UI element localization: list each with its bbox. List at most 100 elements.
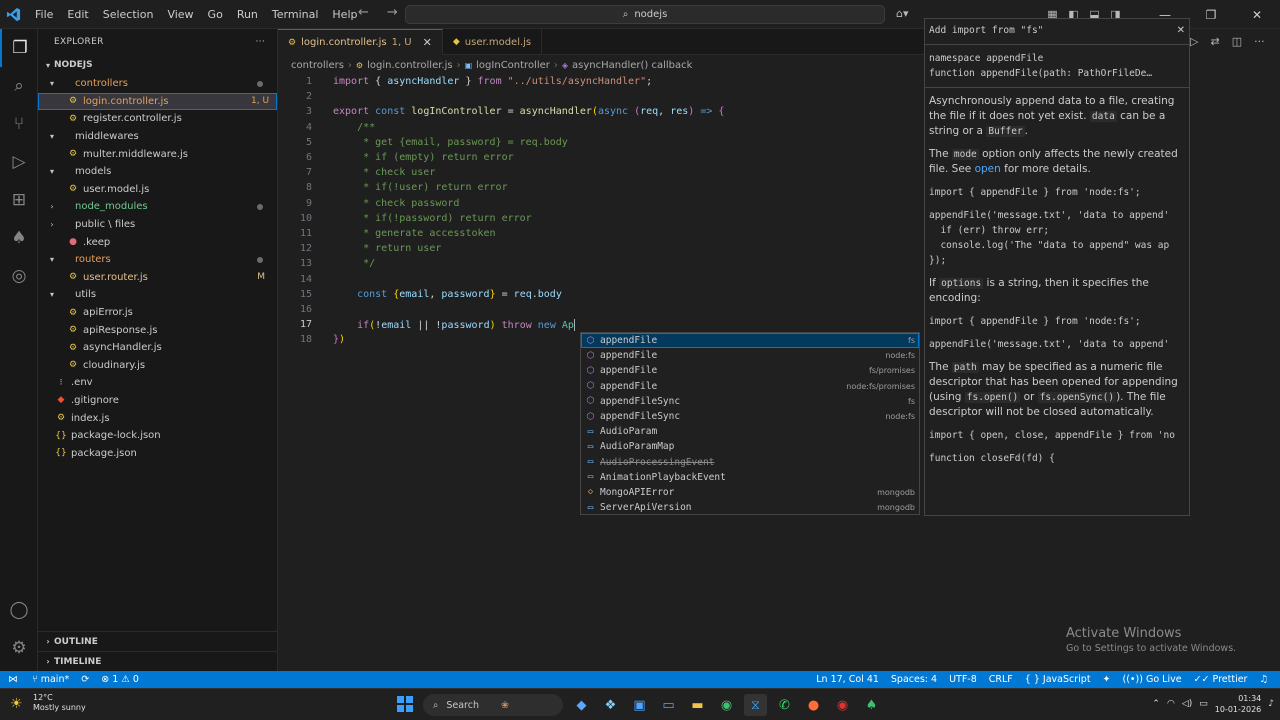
clock[interactable]: 01:34 10-01-2026 (1215, 693, 1262, 715)
tree-file[interactable]: ⚙ apiError.js (38, 304, 277, 322)
suggestion-item[interactable]: ⬡ appendFileSync node:fs (581, 409, 919, 424)
menu-item-selection[interactable]: Selection (96, 0, 161, 29)
copilot-app-icon[interactable]: ❖ (599, 694, 622, 716)
whatsapp-icon[interactable]: ✆ (773, 694, 796, 716)
close-docs-icon[interactable]: ✕ (1177, 23, 1185, 38)
tree-file[interactable]: ⚙ asyncHandler.js (38, 339, 277, 357)
suggestion-item[interactable]: ▭ AudioParamMap (581, 439, 919, 454)
chrome-icon[interactable]: ◉ (715, 694, 738, 716)
suggestion-item[interactable]: ▭ ServerApiVersion mongodb (581, 500, 919, 515)
code-line[interactable]: 7 * check user (278, 165, 926, 180)
tree-file[interactable]: ● .keep (38, 233, 277, 251)
tree-file[interactable]: {} package-lock.json (38, 427, 277, 445)
tree-file[interactable]: ⚙ user.model.js (38, 181, 277, 199)
menu-item-view[interactable]: View (160, 0, 200, 29)
suggestion-item[interactable]: ⬡ appendFile node:fs (581, 348, 919, 363)
suggestion-item[interactable]: ◇ MongoAPIError mongodb (581, 485, 919, 500)
code-line[interactable]: 4 /** (278, 120, 926, 135)
back-arrow-icon[interactable]: ← (358, 5, 369, 20)
workspace-root[interactable]: ▾ NODEJS (38, 55, 277, 75)
outline-section[interactable]: › OUTLINE (38, 631, 277, 651)
indentation[interactable]: Spaces: 4 (885, 674, 943, 685)
timeline-section[interactable]: › TIMELINE (38, 651, 277, 671)
weather-widget[interactable]: 12°C Mostly sunny (33, 693, 86, 713)
docs-link[interactable]: open (975, 163, 1001, 175)
file-explorer-icon[interactable]: ▬ (686, 694, 709, 716)
code-line[interactable]: 12 * return user (278, 241, 926, 256)
run-icon[interactable]: ▷ (1190, 35, 1198, 48)
widgets-icon[interactable]: ◆ (570, 694, 593, 716)
tree-folder[interactable]: ▾ middlewares (38, 128, 277, 146)
suggestion-item[interactable]: ⬡ appendFile fs/promises (581, 363, 919, 378)
code-line[interactable]: 5 * get {email, password} = req.body (278, 135, 926, 150)
postman-icon[interactable]: ● (802, 694, 825, 716)
tree-folder[interactable]: ▾ routers (38, 251, 277, 269)
code-line[interactable]: 1 import { asyncHandler } from "../utils/… (278, 74, 926, 89)
suggestion-item[interactable]: ▭ AnimationPlaybackEvent (581, 470, 919, 485)
tree-file[interactable]: ◆ .gitignore (38, 392, 277, 410)
problems-indicator[interactable]: ⊗ 1 ⚠ 0 (95, 674, 145, 685)
breadcrumb-item[interactable]: asyncHandler() callback (572, 60, 692, 71)
explorer-icon[interactable]: ❐ (0, 29, 38, 67)
tree-file[interactable]: ⚙ register.controller.js (38, 110, 277, 128)
tree-folder[interactable]: ▾ controllers (38, 75, 277, 93)
tree-file[interactable]: ⚙ cloudinary.js (38, 357, 277, 375)
code-line[interactable]: 15 const {email, password} = req.body (278, 287, 926, 302)
settings-gear-icon[interactable]: ⚙ (0, 629, 38, 667)
tab-login-controller[interactable]: ⚙ login.controller.js 1, U ✕ (278, 29, 443, 55)
tree-folder[interactable]: ▾ utils (38, 286, 277, 304)
tree-file[interactable]: ⚙ index.js (38, 409, 277, 427)
close-window-icon[interactable]: ✕ (1234, 8, 1280, 22)
menu-item-edit[interactable]: Edit (60, 0, 95, 29)
suggestion-item[interactable]: ⬡ appendFile fs (581, 333, 919, 349)
copilot-status-icon[interactable]: ✦ (1097, 674, 1117, 685)
menu-item-go[interactable]: Go (201, 0, 230, 29)
menu-item-file[interactable]: File (28, 0, 60, 29)
suggestion-item[interactable]: ⬡ appendFileSync fs (581, 394, 919, 409)
tree-file[interactable]: {} package.json (38, 444, 277, 462)
breadcrumb-item[interactable]: logInController (476, 60, 550, 71)
run-debug-icon[interactable]: ▷ (0, 143, 38, 181)
code-line[interactable]: 16 (278, 302, 926, 317)
sync-icon[interactable]: ⟳ (75, 674, 95, 685)
code-line[interactable]: 6 * if (empty) return error (278, 150, 926, 165)
suggestion-item[interactable]: ▭ AudioProcessingEvent (581, 455, 919, 470)
code-line[interactable]: 8 * if(!user) return error (278, 180, 926, 195)
language-mode[interactable]: { } JavaScript (1019, 674, 1097, 685)
notifications-bell-icon[interactable]: ♫ (1253, 674, 1274, 685)
breadcrumb-item[interactable]: controllers (291, 60, 344, 71)
command-center-search[interactable]: ⌕ nodejs (405, 5, 885, 24)
encoding[interactable]: UTF-8 (943, 674, 983, 685)
code-line[interactable]: 14 (278, 272, 926, 287)
vscode-taskbar-icon[interactable]: ⧖ (744, 694, 767, 716)
tree-folder[interactable]: › public \ files (38, 216, 277, 234)
edge-devtools-icon[interactable]: ◎ (0, 257, 38, 295)
split-editor-icon[interactable]: ◫ (1232, 35, 1242, 48)
extensions-icon[interactable]: ⊞ (0, 181, 38, 219)
tray-chevron-up-icon[interactable]: ⌃ (1152, 699, 1160, 709)
source-control-icon[interactable]: ⑂ (0, 105, 38, 143)
line-ending[interactable]: CRLF (983, 674, 1019, 685)
restore-icon[interactable]: ❐ (1188, 8, 1234, 22)
prettier-status[interactable]: ✓✓ Prettier (1188, 674, 1254, 685)
tree-file[interactable]: ⁝ .env (38, 374, 277, 392)
code-line[interactable]: 2 (278, 89, 926, 104)
code-line[interactable]: 9 * check password (278, 196, 926, 211)
wifi-icon[interactable]: ◠ (1167, 699, 1175, 709)
code-line[interactable]: 10 * if(!password) return error (278, 211, 926, 226)
suggestion-item[interactable]: ⬡ appendFile node:fs/promises (581, 379, 919, 394)
code-line[interactable]: 11 * generate accesstoken (278, 226, 926, 241)
battery-icon[interactable]: ▭ (1199, 699, 1208, 709)
code-line[interactable]: 3 export const logInController = asyncHan… (278, 104, 926, 119)
volume-icon[interactable]: ◁) (1182, 699, 1192, 709)
tab-user-model[interactable]: ◆ user.model.js (443, 29, 543, 55)
menu-item-terminal[interactable]: Terminal (265, 0, 326, 29)
close-tab-icon[interactable]: ✕ (423, 36, 432, 49)
mail-icon[interactable]: ▭ (657, 694, 680, 716)
forward-arrow-icon[interactable]: → (387, 5, 398, 20)
tree-file[interactable]: ⚙ multer.middleware.js (38, 145, 277, 163)
suggestion-item[interactable]: ▭ AudioParam (581, 424, 919, 439)
cursor-position[interactable]: Ln 17, Col 41 (810, 674, 885, 685)
tree-folder[interactable]: ▾ models (38, 163, 277, 181)
store-icon[interactable]: ▣ (628, 694, 651, 716)
